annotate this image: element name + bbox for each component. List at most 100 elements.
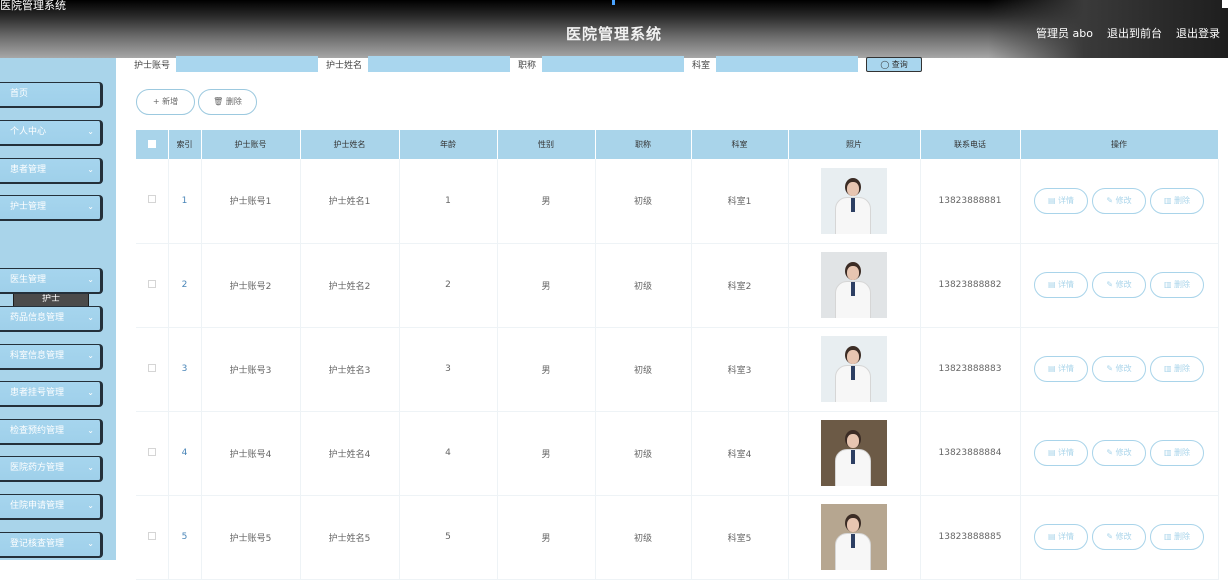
document-icon: ▤ [1047, 532, 1056, 541]
sidebar-item-label: 医院药方管理 [10, 463, 65, 473]
exit-to-front-link[interactable]: 退出到前台 [1107, 25, 1162, 41]
cell-name: 护士姓名4 [300, 411, 400, 496]
cell-dept: 科室2 [691, 243, 789, 328]
edit-button[interactable]: ✎ 修改 [1092, 356, 1146, 382]
sidebar-item-departments[interactable]: 科室信息管理 ⌄ [0, 344, 103, 370]
sidebar-item-admission[interactable]: 住院申请管理 ⌄ [0, 494, 103, 520]
detail-button[interactable]: ▤ 详情 [1034, 356, 1088, 382]
cell-photo [788, 159, 921, 244]
nurse-photo [821, 336, 887, 402]
trash-icon: ▥ [1163, 532, 1172, 541]
col-index: 索引 [168, 130, 202, 159]
row-checkbox[interactable] [136, 159, 169, 244]
detail-label: 详情 [1058, 280, 1075, 289]
edit-button[interactable]: ✎ 修改 [1092, 440, 1146, 466]
sidebar-item-registration[interactable]: 患者挂号管理 ⌄ [0, 381, 103, 407]
delete-label: 删除 [1174, 532, 1191, 541]
delete-button[interactable]: ▥ 删除 [1150, 356, 1204, 382]
sidebar-item-personal-center[interactable]: 个人中心 ⌄ [0, 120, 103, 146]
col-account: 护士账号 [201, 130, 301, 159]
table-row: 2 护士账号2 护士姓名2 2 男 初级 科室2 13823888882 ▤ 详… [136, 243, 1219, 328]
row-checkbox[interactable] [136, 495, 169, 580]
sidebar-item-label: 个人中心 [10, 127, 47, 137]
col-name: 护士姓名 [300, 130, 400, 159]
trash-icon: ▥ [1163, 364, 1172, 373]
logout-link[interactable]: 退出登录 [1176, 25, 1220, 41]
header-indicator [612, 0, 615, 5]
nurse-name-label: 护士姓名 [326, 60, 363, 71]
cell-name: 护士姓名2 [300, 243, 400, 328]
sidebar-item-doctors[interactable]: 医生管理 ⌄ [0, 268, 103, 294]
cell-phone: 13823888884 [920, 411, 1021, 496]
select-all-checkbox[interactable] [136, 130, 169, 159]
cell-age: 1 [399, 159, 498, 244]
edit-button[interactable]: ✎ 修改 [1092, 524, 1146, 550]
cell-actions: ▤ 详情 ✎ 修改 ▥ 删除 [1020, 327, 1219, 412]
add-button[interactable]: + 新增 [136, 89, 195, 115]
table-row: 4 护士账号4 护士姓名4 4 男 初级 科室4 13823888884 ▤ 详… [136, 411, 1219, 496]
sidebar: 首页 个人中心 ⌄ 患者管理 ⌄ 护士管理 ⌄ 护士 医生管理 ⌄ 药品信息管理 ⌄ 科室… [0, 58, 116, 560]
row-checkbox[interactable] [136, 327, 169, 412]
detail-button[interactable]: ▤ 详情 [1034, 272, 1088, 298]
table-row: 1 护士账号1 护士姓名1 1 男 初级 科室1 13823888881 ▤ 详… [136, 159, 1219, 244]
chevron-down-icon: ⌄ [87, 539, 94, 548]
delete-label: 删除 [1174, 364, 1191, 373]
col-actions: 操作 [1020, 130, 1219, 159]
cell-index: 4 [168, 411, 202, 496]
sidebar-item-patients[interactable]: 患者管理 ⌄ [0, 158, 103, 184]
cell-name: 护士姓名5 [300, 495, 400, 580]
header-corner-mark [1222, 0, 1228, 8]
nurse-name-input[interactable] [368, 56, 511, 72]
edit-button[interactable]: ✎ 修改 [1092, 272, 1146, 298]
cell-age: 2 [399, 243, 498, 328]
edit-label: 修改 [1115, 280, 1132, 289]
detail-button[interactable]: ▤ 详情 [1034, 524, 1088, 550]
cell-account: 护士账号4 [201, 411, 301, 496]
nurse-photo [821, 252, 887, 318]
sidebar-item-checkin[interactable]: 登记核查管理 ⌄ [0, 532, 103, 558]
cell-name: 护士姓名3 [300, 327, 400, 412]
cell-account: 护士账号3 [201, 327, 301, 412]
delete-button[interactable]: ▥ 删除 [1150, 524, 1204, 550]
row-checkbox[interactable] [136, 243, 169, 328]
admin-label: 管理员 abo [1036, 27, 1093, 40]
sidebar-item-drugs[interactable]: 药品信息管理 ⌄ [0, 306, 103, 332]
sidebar-item-label: 医生管理 [10, 275, 47, 285]
edit-label: 修改 [1115, 364, 1132, 373]
col-phone: 联系电话 [920, 130, 1021, 159]
nurse-account-input[interactable] [176, 56, 319, 72]
top-header: 医院管理系统 医院管理系统 管理员 abo 退出到前台 退出登录 [0, 0, 1228, 58]
query-button[interactable]: ◯ 查询 [866, 56, 923, 72]
detail-button[interactable]: ▤ 详情 [1034, 187, 1088, 214]
col-title: 职称 [595, 130, 692, 159]
sidebar-item-exam-booking[interactable]: 检查预约管理 ⌄ [0, 419, 103, 445]
sidebar-item-prescriptions[interactable]: 医院药方管理 ⌄ [0, 456, 103, 482]
chevron-down-icon: ⌄ [87, 388, 94, 397]
nurse-photo [821, 420, 887, 486]
sidebar-item-nurses[interactable]: 护士管理 ⌄ [0, 195, 103, 221]
cell-index: 2 [168, 243, 202, 328]
pencil-icon: ✎ [1106, 364, 1114, 373]
batch-delete-button[interactable]: 🗑 删除 [198, 89, 257, 115]
delete-button[interactable]: ▥ 删除 [1150, 187, 1204, 214]
cell-gender: 男 [497, 243, 596, 328]
title-input[interactable] [542, 56, 685, 72]
cell-photo [788, 495, 921, 580]
chevron-down-icon: ⌄ [87, 202, 94, 211]
delete-button[interactable]: ▥ 删除 [1150, 440, 1204, 466]
chevron-down-icon: ⌄ [87, 313, 94, 322]
department-input[interactable] [716, 56, 859, 72]
cell-title: 初级 [595, 243, 692, 328]
sidebar-item-label: 科室信息管理 [10, 351, 65, 361]
sidebar-item-home[interactable]: 首页 [0, 82, 103, 108]
edit-button[interactable]: ✎ 修改 [1092, 187, 1146, 214]
delete-button[interactable]: ▥ 删除 [1150, 272, 1204, 298]
cell-index: 3 [168, 327, 202, 412]
sidebar-item-label: 住院申请管理 [10, 501, 65, 511]
detail-button[interactable]: ▤ 详情 [1034, 440, 1088, 466]
chevron-down-icon: ⌄ [87, 127, 94, 136]
cell-name: 护士姓名1 [300, 159, 400, 244]
cell-photo [788, 327, 921, 412]
row-checkbox[interactable] [136, 411, 169, 496]
nurse-account-label: 护士账号 [134, 60, 171, 71]
